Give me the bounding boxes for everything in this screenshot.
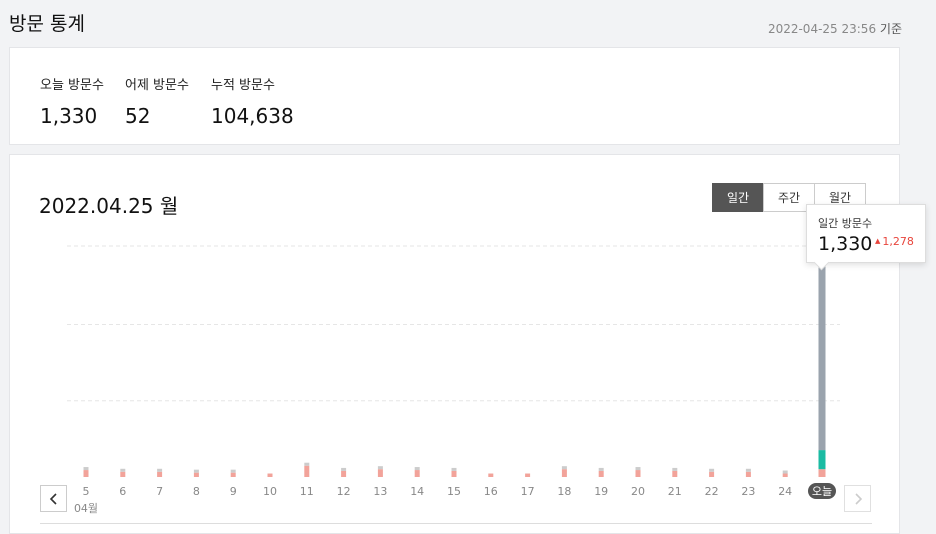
bar-segment: [672, 470, 678, 477]
bar-segment: [525, 473, 531, 477]
x-tick-label: 21: [668, 485, 682, 498]
stat-total-value: 104,638: [211, 104, 294, 128]
chart-tooltip: 일간 방문수 1,330 ▲ 1,278: [806, 204, 926, 263]
timestamp: 2022-04-25 23:56 기준: [768, 20, 902, 37]
tooltip-label: 일간 방문수: [818, 217, 873, 230]
chevron-right-icon: [854, 492, 862, 505]
bar-segment: [83, 470, 89, 477]
stat-yesterday-label: 어제 방문수: [125, 78, 189, 93]
bar-segment: [598, 470, 604, 477]
x-tick-label: 12: [337, 485, 351, 498]
bar-segment: [83, 467, 89, 471]
bar-segment: [377, 466, 383, 470]
up-triangle-icon: ▲: [875, 237, 881, 245]
bar-segment: [745, 471, 751, 477]
bar-segment: [230, 472, 236, 477]
bar-segment: [782, 473, 788, 477]
stat-today-label: 오늘 방문수: [40, 78, 104, 93]
bar-segment: [341, 470, 347, 477]
summary-card: 오늘 방문수 1,330 어제 방문수 52 누적 방문수 104,638: [9, 47, 900, 145]
x-tick-label: 14: [410, 485, 424, 498]
bar-segment: [193, 472, 199, 477]
month-label: 04월: [74, 502, 98, 515]
bar-segment: [230, 469, 236, 473]
bar-segment: [818, 450, 826, 470]
timestamp-value: 2022-04-25 23:56: [767, 22, 877, 36]
bar-segment: [451, 467, 457, 471]
bar-segment: [709, 471, 715, 477]
chart-card: 2022.04.25 월 일간 주간 월간 5 6 7 8 9 10 11 12 13 14 15 1…: [9, 154, 926, 534]
chevron-left-icon: [49, 492, 57, 505]
x-tick-label: 18: [557, 485, 571, 498]
x-tick-label: 8: [193, 485, 200, 498]
bar-segment: [193, 469, 199, 473]
bar-segment: [745, 468, 751, 472]
chart-bottom-divider: [40, 523, 872, 524]
stat-yesterday-value: 52: [125, 104, 151, 128]
tooltip-delta: ▲ 1,278: [875, 235, 914, 248]
bar-segment: [304, 462, 310, 466]
x-tick-label: 17: [521, 485, 535, 498]
prev-button[interactable]: [40, 485, 67, 512]
x-tick-label: 23: [741, 485, 755, 498]
bar-segment: [341, 467, 347, 471]
x-tick-label: 16: [484, 485, 498, 498]
bar-segment: [120, 471, 126, 477]
tooltip-value: 1,330: [818, 233, 873, 255]
x-tick-label: 6: [119, 485, 126, 498]
x-tick-label: 7: [156, 485, 163, 498]
bar-segment: [414, 467, 420, 471]
bar-segment: [672, 467, 678, 471]
bar-segment: [157, 471, 163, 477]
bar-segment: [120, 468, 126, 472]
timestamp-suffix: 기준: [879, 22, 902, 36]
x-tick-label: 15: [447, 485, 461, 498]
x-tick-label: 13: [373, 485, 387, 498]
bar-segment: [818, 469, 826, 477]
page-title: 방문 통계: [9, 13, 85, 35]
bar-segment: [414, 470, 420, 477]
tooltip-delta-value: 1,278: [882, 235, 914, 248]
stat-yesterday: 어제 방문수 52: [125, 74, 189, 128]
stat-today: 오늘 방문수 1,330: [40, 74, 104, 128]
bar-segment: [635, 470, 641, 477]
x-tick-label: 9: [230, 485, 237, 498]
bar-segment: [709, 468, 715, 472]
bar-segment: [451, 470, 457, 477]
x-tick-label: 오늘: [812, 485, 832, 498]
bar-segment: [598, 467, 604, 471]
x-tick-label: 19: [594, 485, 608, 498]
x-tick-label: 5: [83, 485, 90, 498]
bar-segment: [561, 466, 567, 470]
bar-segment: [304, 465, 310, 477]
x-tick-label: 10: [263, 485, 277, 498]
bar-segment: [267, 473, 273, 477]
bar-segment: [561, 469, 567, 477]
visits-chart: 5 6 7 8 9 10 11 12 13 14 15 16 17 18 19 20 21 22 23 24 오늘 04월: [67, 245, 840, 515]
stat-total-label: 누적 방문수: [211, 78, 275, 93]
bar-segment: [818, 246, 826, 451]
bar-segment: [157, 468, 163, 472]
x-tick-label: 24: [778, 485, 792, 498]
bar-segment: [782, 470, 788, 474]
x-tick-label: 22: [705, 485, 719, 498]
bar-segment: [377, 469, 383, 477]
stat-today-value: 1,330: [40, 104, 98, 128]
x-tick-label: 11: [300, 485, 314, 498]
next-button[interactable]: [844, 485, 871, 512]
bar-segment: [635, 467, 641, 471]
x-tick-label: 20: [631, 485, 645, 498]
bar-segment: [488, 473, 494, 477]
stat-total: 누적 방문수 104,638: [211, 74, 294, 128]
